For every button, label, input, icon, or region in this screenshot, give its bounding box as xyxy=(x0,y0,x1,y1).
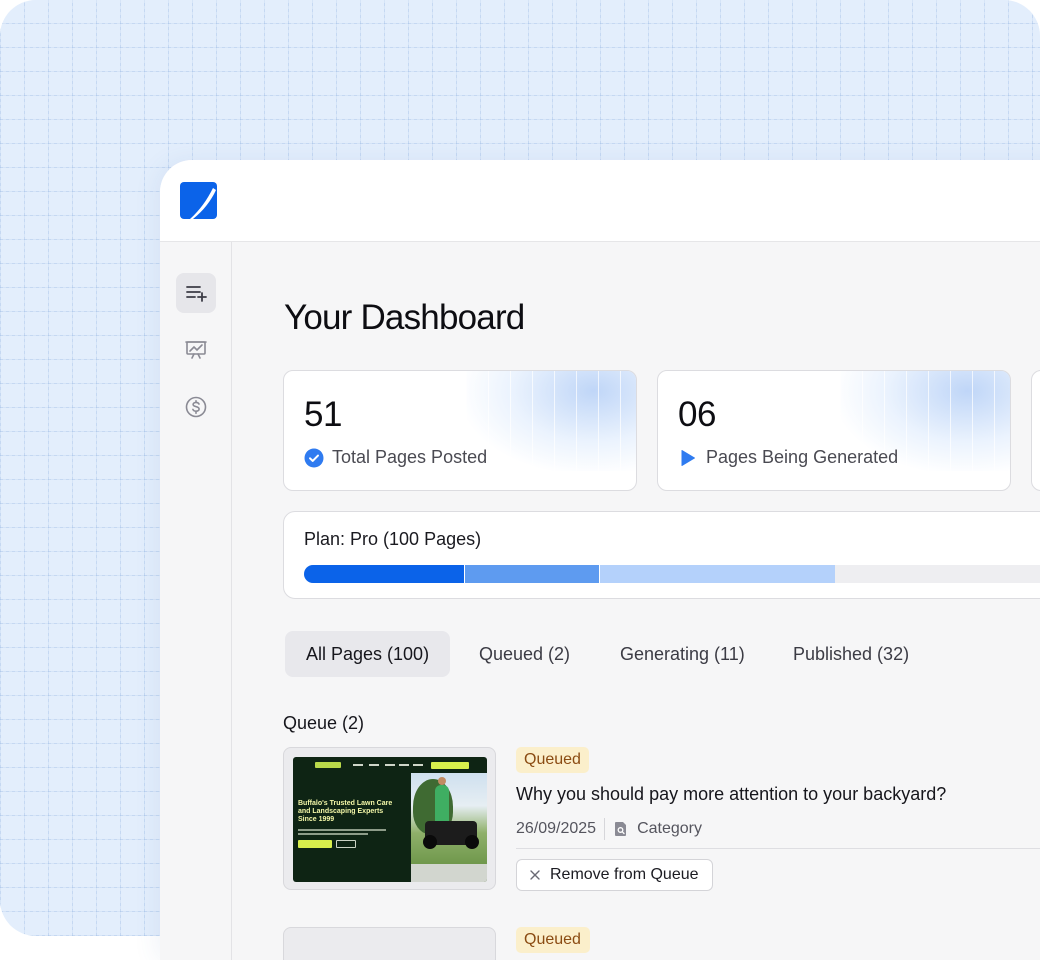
thumbnail-nav-link xyxy=(385,764,395,766)
stat-card-total-posted: 51 Total Pages Posted xyxy=(283,370,637,491)
progress-segment-queued xyxy=(599,565,835,583)
tab-queued[interactable]: Queued (2) xyxy=(458,631,591,677)
thumbnail-path xyxy=(411,864,487,882)
thumbnail-nav-link xyxy=(399,764,409,766)
status-badge: Queued xyxy=(516,747,589,773)
top-bar xyxy=(160,160,1040,242)
status-badge-label: Queued xyxy=(524,931,581,948)
thumbnail-subtext xyxy=(298,833,368,835)
plan-card: Plan: Pro (100 Pages) xyxy=(283,511,1040,599)
sidebar-item-add-pages[interactable] xyxy=(176,273,216,313)
tab-all-pages[interactable]: All Pages (100) xyxy=(285,631,451,677)
stat-label: Total Pages Posted xyxy=(332,447,488,467)
sidebar xyxy=(160,242,232,960)
thumbnail-headline: Buffalo's Trusted Lawn Care and Landscap… xyxy=(298,800,393,823)
thumbnail-person xyxy=(435,785,449,825)
thumbnail-button xyxy=(336,840,356,848)
play-icon xyxy=(681,449,695,466)
presentation-chart-icon xyxy=(185,341,207,359)
remove-button-label: Remove from Queue xyxy=(550,866,699,883)
progress-segment-generating xyxy=(463,565,600,583)
queue-item-title[interactable]: Why you should pay more attention to you… xyxy=(516,784,946,805)
thumbnail-logo xyxy=(315,762,341,768)
remove-from-queue-button[interactable]: Remove from Queue xyxy=(516,859,713,891)
stat-card-partial xyxy=(1031,370,1040,491)
stat-value: 06 xyxy=(678,395,716,434)
queue-section-title: Queue (2) xyxy=(283,713,365,733)
queue-item-date: 26/09/2025 xyxy=(516,820,597,837)
thumbnail-wheel xyxy=(423,835,437,849)
meta-divider xyxy=(604,818,606,840)
thumbnail-nav-link xyxy=(353,764,363,766)
thumbnail-photo xyxy=(411,773,487,882)
page-title: Your Dashboard xyxy=(284,298,525,337)
stat-label: Pages Being Generated xyxy=(706,447,899,467)
close-icon xyxy=(530,870,540,880)
category-label: Category xyxy=(637,820,702,837)
sidebar-item-billing[interactable] xyxy=(176,387,216,427)
stat-label-row: Total Pages Posted xyxy=(304,447,487,468)
main-content: Your Dashboard 51 Total Pages Posted 06 … xyxy=(232,242,1040,960)
tab-generating[interactable]: Generating (11) xyxy=(599,631,766,677)
queue-item-meta: 26/09/2025 Category xyxy=(516,818,702,840)
plan-progress-bar xyxy=(304,565,1040,583)
stat-card-being-generated: 06 Pages Being Generated xyxy=(657,370,1011,491)
tab-published[interactable]: Published (32) xyxy=(772,631,930,677)
thumbnail-nav-link xyxy=(369,764,379,766)
stat-value: 51 xyxy=(304,395,342,434)
page-thumbnail: Buffalo's Trusted Lawn Care and Landscap… xyxy=(293,757,487,882)
dollar-circle-icon xyxy=(185,396,207,418)
progress-segment-published xyxy=(304,565,464,583)
plan-label: Plan: Pro (100 Pages) xyxy=(304,529,482,549)
thumbnail-button xyxy=(298,840,332,848)
sidebar-item-analytics[interactable] xyxy=(176,330,216,370)
thumbnail-nav xyxy=(293,757,487,773)
page-thumbnail-card[interactable]: Buffalo's Trusted Lawn Care and Landscap… xyxy=(283,747,496,890)
app-logo-icon[interactable] xyxy=(180,182,217,219)
divider xyxy=(516,848,1040,849)
thumbnail-subtext xyxy=(298,829,386,831)
check-circle-icon xyxy=(304,448,324,467)
thumbnail-cta xyxy=(431,762,469,769)
app-window: Your Dashboard 51 Total Pages Posted 06 … xyxy=(160,160,1040,960)
thumbnail-wheel xyxy=(465,835,479,849)
add-list-icon xyxy=(186,286,207,302)
page-thumbnail-card[interactable] xyxy=(283,927,496,960)
thumbnail-nav-link xyxy=(413,764,423,766)
thumbnail-person-head xyxy=(438,777,446,785)
card-decoration xyxy=(466,371,636,471)
stat-label-row: Pages Being Generated xyxy=(678,447,898,468)
status-badge: Queued xyxy=(516,927,590,953)
category-icon xyxy=(615,822,627,836)
queue-item-category: Category xyxy=(613,820,702,838)
